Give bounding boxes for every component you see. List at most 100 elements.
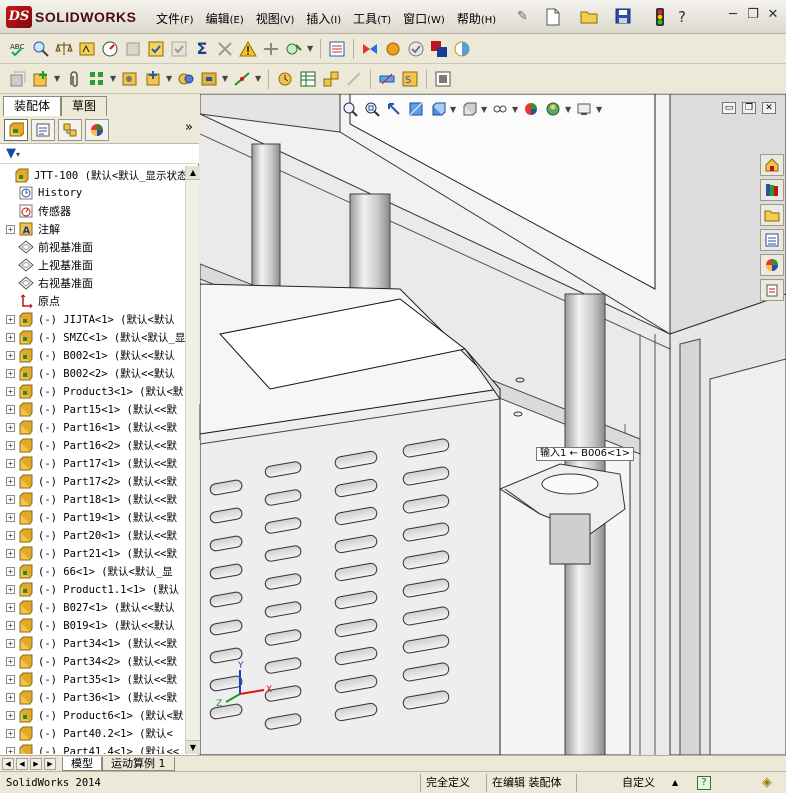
view-palette-icon[interactable] — [760, 229, 784, 251]
exploded-view-icon[interactable] — [321, 69, 341, 89]
expand-toggle-icon[interactable]: + — [6, 566, 15, 576]
expand-toggle-icon[interactable]: + — [6, 692, 15, 702]
expand-toggle-icon[interactable]: + — [6, 512, 15, 522]
expand-toggle-icon[interactable]: + — [6, 368, 15, 378]
simulation-xpress-icon[interactable] — [360, 39, 380, 59]
tree-component[interactable]: + (-) B027<1> (默认<<默认 — [6, 598, 175, 616]
dfmxpress-icon[interactable] — [406, 39, 426, 59]
tree-component[interactable]: + (-) B002<2> (默认<<默认 — [6, 364, 175, 382]
tab-model[interactable]: 模型 — [62, 756, 102, 771]
sensor-gauge-icon[interactable] — [100, 39, 120, 59]
tree-component[interactable]: + (-) Part19<1> (默认<<默 — [6, 508, 177, 526]
graphics-area[interactable]: Y X Z ▼ ▼ ▼ ▼ ▼ ▭ ❐ ✕ 输入1 ← B006<1> — [200, 94, 786, 755]
tree-component[interactable]: + (-) Product3<1> (默认<默 — [6, 382, 183, 400]
menu-help[interactable]: 帮助(H) — [451, 10, 502, 28]
tree-item-origin[interactable]: 原点 — [6, 292, 60, 310]
design-check-icon[interactable] — [284, 39, 304, 59]
equations-sigma-icon[interactable]: Σ — [192, 39, 212, 59]
solidworks-logo[interactable]: DS SOLIDWORKS — [6, 6, 136, 28]
apply-scene-icon[interactable] — [543, 99, 563, 119]
first-tab-arrow-icon[interactable]: ◀ — [2, 757, 14, 770]
insert-component-icon[interactable] — [31, 69, 51, 89]
dropdown-arrow-icon[interactable]: ▼ — [110, 74, 117, 83]
display-style-icon[interactable] — [459, 99, 479, 119]
prev-tab-arrow-icon[interactable]: ◀ — [16, 757, 28, 770]
tab-motion-study[interactable]: 运动算例 1 — [102, 756, 175, 771]
save-icon[interactable] — [615, 8, 633, 26]
expand-toggle-icon[interactable]: + — [6, 458, 15, 468]
expand-toggle-icon[interactable]: + — [6, 548, 15, 558]
expand-toggle-icon[interactable]: + — [6, 422, 15, 432]
expand-toggle-icon[interactable]: + — [6, 656, 15, 666]
featuremanager-tab[interactable] — [4, 118, 28, 141]
file-explorer-icon[interactable] — [760, 204, 784, 226]
viewport-minimize-icon[interactable]: ▭ — [722, 102, 736, 114]
minimize-icon[interactable]: ─ — [726, 8, 740, 22]
dropdown-arrow-icon[interactable]: ▼ — [450, 105, 457, 114]
expand-toggle-icon[interactable]: + — [6, 638, 15, 648]
quick-tips-help-icon[interactable]: ? — [697, 776, 711, 790]
tree-component[interactable]: + (-) Part34<2> (默认<<默 — [6, 652, 177, 670]
section-view-icon[interactable] — [406, 99, 426, 119]
scroll-down-icon[interactable]: ▼ — [186, 740, 200, 754]
tree-component[interactable]: + (-) Part34<1> (默认<<默 — [6, 634, 177, 652]
scroll-up-icon[interactable]: ▲ — [186, 166, 200, 180]
view-orientation-icon[interactable] — [428, 99, 448, 119]
speedpak-icon[interactable]: S — [400, 69, 420, 89]
spell-check-icon[interactable]: ABC — [8, 39, 28, 59]
check-gray-icon[interactable] — [169, 39, 189, 59]
tab-sketch[interactable]: 草图 — [61, 96, 108, 116]
bill-of-materials-icon[interactable] — [298, 69, 318, 89]
new-document-icon[interactable] — [545, 8, 563, 26]
tree-item-history[interactable]: History — [6, 184, 82, 202]
explode-line-sketch-icon[interactable] — [344, 69, 364, 89]
tree-item-annotation[interactable]: + A 注解 — [6, 220, 60, 238]
expand-toggle-icon[interactable]: + — [6, 602, 15, 612]
tree-component[interactable]: + (-) Part40.2<1> (默认< — [6, 724, 173, 742]
expand-toggle-icon[interactable]: + — [6, 350, 15, 360]
unit-system[interactable]: 自定义 — [622, 775, 655, 791]
viewport-restore-icon[interactable]: ❐ — [742, 102, 756, 114]
tree-component[interactable]: + (-) Part18<1> (默认<<默 — [6, 490, 177, 508]
expand-toggle-icon[interactable]: + — [6, 404, 15, 414]
expand-toggle-icon[interactable]: + — [6, 530, 15, 540]
unit-dropdown-icon[interactable]: ▲ — [672, 775, 678, 791]
statistics-icon[interactable] — [123, 39, 143, 59]
expand-toggle-icon[interactable]: + — [6, 584, 15, 594]
expand-toggle-icon[interactable]: + — [6, 314, 15, 324]
dropdown-arrow-icon[interactable]: ▼ — [222, 74, 229, 83]
more-tabs-icon[interactable]: » — [185, 120, 193, 135]
tree-component[interactable]: + (-) Part20<1> (默认<<默 — [6, 526, 177, 544]
sustainability-icon[interactable] — [452, 39, 472, 59]
expand-toggle-icon[interactable]: + — [6, 224, 15, 234]
dropdown-arrow-icon[interactable]: ▼ — [481, 105, 488, 114]
tree-item-plane[interactable]: 上视基准面 — [6, 256, 93, 274]
mate-paperclip-icon[interactable] — [64, 69, 84, 89]
tree-component[interactable]: + (-) JIJTA<1> (默认<默认 — [6, 310, 175, 328]
mass-properties-icon[interactable] — [54, 39, 74, 59]
previous-view-icon[interactable] — [384, 99, 404, 119]
displaymanager-tab[interactable] — [85, 118, 109, 141]
tree-component[interactable]: + (-) SMZC<1> (默认<默认_显 — [6, 328, 185, 346]
tree-component[interactable]: + (-) Product6<1> (默认<默 — [6, 706, 183, 724]
zoom-to-fit-icon[interactable] — [340, 99, 360, 119]
new-motion-study-icon[interactable] — [275, 69, 295, 89]
last-tab-arrow-icon[interactable]: ▶ — [44, 757, 56, 770]
tree-root-assembly[interactable]: JTT-100 (默认<默认_显示状态 — [2, 166, 185, 184]
linear-pattern-icon[interactable] — [87, 69, 107, 89]
expand-toggle-icon[interactable]: + — [6, 746, 15, 754]
tolerance-icon[interactable] — [215, 39, 235, 59]
filter-bar[interactable]: ▼▾ — [0, 144, 199, 164]
expand-toggle-icon[interactable]: + — [6, 476, 15, 486]
menu-window[interactable]: 窗口(W) — [397, 10, 451, 28]
mate-callout[interactable]: 输入1 ← B006<1> — [536, 447, 635, 461]
tree-item-plane[interactable]: 前视基准面 — [6, 238, 93, 256]
compare-icon[interactable] — [327, 39, 347, 59]
dropdown-arrow-icon[interactable]: ▼ — [512, 105, 519, 114]
tree-component[interactable]: + (-) Part36<1> (默认<<默 — [6, 688, 177, 706]
smart-fasteners-icon[interactable] — [120, 69, 140, 89]
close-icon[interactable]: ✕ — [766, 8, 780, 22]
edit-component-icon[interactable] — [8, 69, 28, 89]
expand-toggle-icon[interactable]: + — [6, 494, 15, 504]
expand-toggle-icon[interactable]: + — [6, 728, 15, 738]
